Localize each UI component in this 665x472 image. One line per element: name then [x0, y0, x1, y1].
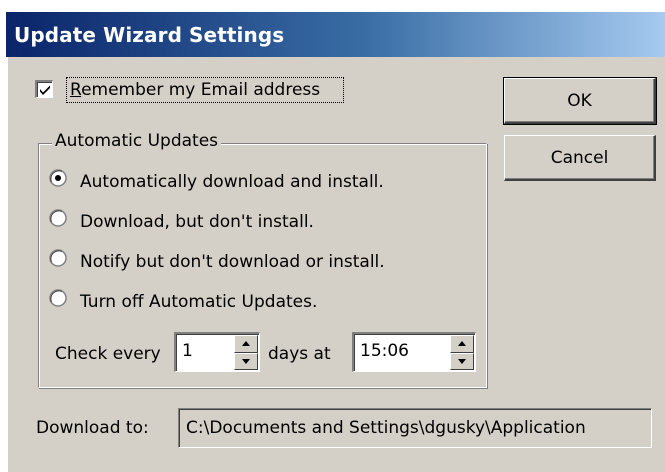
download-to-label: Download to:: [36, 418, 149, 438]
radio-turn-off-updates[interactable]: [49, 289, 67, 307]
days-interval-value: 1: [182, 341, 193, 361]
title-bar[interactable]: Update Wizard Settings: [6, 12, 665, 57]
time-spin-down-button[interactable]: [450, 352, 474, 370]
option-1-text: Download, but don't install.: [80, 212, 314, 232]
radio-unselected-icon: [49, 209, 67, 227]
remember-email-checkbox[interactable]: [35, 80, 53, 98]
days-spin-buttons: [234, 335, 258, 370]
option-auto-download-install-label[interactable]: Automatically download and install.: [80, 171, 384, 193]
radio-auto-download-install[interactable]: [49, 169, 67, 187]
remember-email-label[interactable]: Remember my Email address: [70, 79, 320, 101]
download-path-field[interactable]: C:\Documents and Settings\dgusky\Applica…: [178, 408, 652, 448]
check-every-label: Check every: [55, 344, 161, 364]
arrow-up-icon: [242, 341, 250, 347]
cancel-button[interactable]: Cancel: [504, 135, 656, 181]
option-turn-off-updates-label[interactable]: Turn off Automatic Updates.: [80, 291, 317, 313]
days-spin-down-button[interactable]: [234, 352, 258, 370]
option-notify-only-label[interactable]: Notify but don't download or install.: [80, 251, 385, 273]
option-3-text: Turn off Automatic Updates.: [80, 292, 318, 312]
radio-notify-only[interactable]: [49, 249, 67, 267]
option-0-text: Automatically download and install.: [80, 172, 384, 192]
time-spin-buttons: [450, 335, 474, 370]
arrow-up-icon: [458, 341, 466, 347]
window-title: Update Wizard Settings: [14, 22, 285, 47]
days-spin-up-button[interactable]: [234, 335, 258, 353]
option-2-text: Notify but don't download or install.: [80, 252, 385, 272]
remember-email-text: emember my Email address: [81, 80, 321, 100]
radio-selected-icon: [49, 169, 67, 187]
days-at-label: days at: [268, 344, 331, 364]
radio-download-no-install[interactable]: [49, 209, 67, 227]
update-time-spinner[interactable]: 15:06: [352, 332, 476, 372]
days-interval-spinner[interactable]: 1: [174, 332, 260, 372]
option-download-no-install-label[interactable]: Download, but don't install.: [80, 211, 314, 233]
ok-button[interactable]: OK: [503, 77, 657, 125]
download-path-value: C:\Documents and Settings\dgusky\Applica…: [186, 418, 586, 438]
arrow-down-icon: [242, 358, 250, 364]
radio-unselected-icon: [49, 249, 67, 267]
cancel-button-label: Cancel: [550, 147, 609, 168]
time-spin-up-button[interactable]: [450, 335, 474, 353]
update-time-value: 15:06: [360, 341, 409, 361]
radio-unselected-icon: [49, 289, 67, 307]
automatic-updates-group-label: Automatic Updates: [52, 130, 222, 152]
check-icon: [40, 85, 50, 95]
arrow-down-icon: [458, 358, 466, 364]
ok-button-label: OK: [567, 90, 592, 111]
